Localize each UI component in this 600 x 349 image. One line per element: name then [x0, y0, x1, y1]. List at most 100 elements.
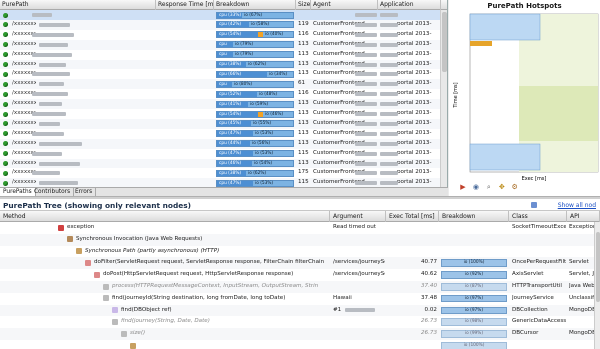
grid-row[interactable]: /xxxxxxxxxxxxxxxx.jsfcpu (54%)io (46%)11…: [0, 109, 447, 119]
col-agent[interactable]: Agent: [311, 0, 378, 10]
grid-row[interactable]: /xxxxxxxxxxxxxxxx.jsf cpu (46%)io (54%) 11…: [0, 158, 447, 169]
size: 113: [298, 40, 309, 47]
tree-row[interactable]: find(journey(String, Date, Date) 26.73 Gen…: [0, 316, 600, 328]
io-segment: io (53%): [255, 180, 274, 186]
grid-row[interactable]: /xxxxxxxxxxxxxxxxx.jsfcpu (66%)io (34%)1…: [0, 69, 447, 79]
exec-total: 26.73: [420, 330, 437, 337]
grid-row[interactable]: /xxxxxxxxxxxxx.jsfcpuio (79%)113Customer…: [0, 50, 447, 60]
zoom-icon[interactable]: ⌕: [485, 183, 493, 191]
status-ok-icon: [3, 141, 8, 147]
grid-row[interactable]: /xxxxxxxxxx.jsfcpu (38%)io (62%)175Custo…: [0, 168, 447, 178]
size: 113: [298, 70, 309, 77]
method-name: find(DBObject ref): [121, 306, 172, 313]
io-segment: io (56%): [252, 141, 271, 147]
purepath-name: /xxxxxxxx.jsf: [12, 139, 36, 146]
col-response-time[interactable]: Response Time [ms]: [156, 0, 214, 10]
tree-breakdown-bar: io (97%): [441, 294, 507, 303]
tree-row[interactable]: io (100%): [0, 340, 600, 349]
grid-row[interactable]: /xxxxxxxxxxxxxxx.jsfcpu (47%)io (53%)113…: [0, 129, 447, 139]
col-exec-total[interactable]: Exec Total [ms]: [386, 211, 439, 222]
grid-row[interactable]: /xxxxxxxx.jsfcpu (54%)io (40%)116Custome…: [0, 30, 447, 40]
col-breakdown[interactable]: Breakdown: [214, 0, 296, 10]
argument: Read timed out: [333, 224, 376, 230]
redacted-text: [380, 131, 398, 136]
purepath-name: /xxxxxxxxxxx.jsf: [12, 100, 36, 107]
exec-total: [388, 246, 437, 258]
purepath-name: /xxxxxxxxxxxxxxxx.jsf: [12, 20, 36, 27]
col-purepath[interactable]: PurePath: [0, 0, 156, 10]
tree-row[interactable]: exception Read timed out SocketTimeoutExce…: [0, 222, 600, 234]
tree-row[interactable]: Synchronous Path (partly asynchronous) (…: [0, 246, 600, 258]
redacted-text: [355, 42, 377, 47]
class-name: JourneyService: [512, 294, 554, 301]
users-icon[interactable]: ◉: [472, 183, 480, 191]
grid-row[interactable]: /xxxxxxxxxxx.jsfcpu (41%)io (59%)113Cust…: [0, 99, 447, 109]
application: portal 2013-: [397, 70, 432, 77]
purepath-name: /xxxxxxxx.jsf: [12, 40, 36, 47]
breakdown-bar: cpu (47%) io (53%): [216, 130, 294, 138]
grid-row[interactable]: /xxxxxxxxxxxxx.jsfcpu (47%)io (53%)115Cu…: [0, 149, 447, 159]
settings-icon[interactable]: ⚙: [511, 183, 519, 191]
node-icon: [103, 283, 109, 290]
application: portal 2013-: [397, 169, 432, 176]
hotspots-panel: PurePath Hotspots Time [ms] Exec [ms] ▶ …: [449, 0, 600, 196]
grid-row[interactable]: /xxxxxxxxxx.jsfcpuio (80%)61CustomerFron…: [0, 79, 447, 90]
hotspots-ylabel: Time [ms]: [453, 82, 459, 108]
tree-row[interactable]: find(DBObject ref) #1 0.02 DBCollection Mong…: [0, 304, 600, 317]
tree-row[interactable]: process(HTTPRequestMessageContext, Input…: [0, 281, 600, 293]
col-class[interactable]: Class: [509, 211, 567, 222]
redacted-text: [32, 72, 70, 77]
size: 113: [298, 119, 309, 126]
purepath-tree[interactable]: Method Argument Exec Total [ms] Breakdow…: [0, 211, 600, 349]
application: portal 2013-: [397, 40, 432, 47]
api-name: [569, 316, 595, 328]
grid-row[interactable]: cpu (33%) io (67%): [0, 10, 447, 20]
grid-row[interactable]: /xxxxxxxx.jsfcpu (44%)io (56%)113Custome…: [0, 138, 447, 149]
pan-icon[interactable]: ✥: [498, 183, 506, 191]
breakdown-bar: cpu (33%) io (67%): [216, 11, 294, 19]
play-icon[interactable]: ▶: [459, 183, 467, 191]
grid-row[interactable]: /xxxxxxxxxxxxxxx.jsfcpu (52%)io (48%)116…: [0, 89, 447, 99]
grid-row[interactable]: /xxxxxxx.jsfcpu (38%)io (62%)113Customer…: [0, 59, 447, 70]
purepath-grid[interactable]: PurePath Response Time [ms] Breakdown Si…: [0, 0, 448, 187]
col-argument[interactable]: Argument: [330, 211, 386, 222]
tree-scrollbar[interactable]: [594, 222, 600, 349]
redacted-text: [380, 92, 398, 97]
io-segment: io (80%): [234, 81, 253, 87]
hotspots-chart[interactable]: Time [ms] Exec [ms]: [449, 10, 600, 182]
grid-row[interactable]: /xxxxxxxx.jsfcpuio (79%)113CustomerFront…: [0, 39, 447, 50]
node-icon: [130, 342, 136, 349]
tree-row[interactable]: size() 26.73 DBCursor MongoDB io (99%): [0, 328, 600, 340]
status-ok-icon: [3, 52, 8, 58]
exec-total: 37.40: [420, 283, 437, 289]
application: portal 2013-: [397, 139, 432, 146]
cpu-segment: cpu (45%): [217, 121, 251, 127]
col-api[interactable]: API: [567, 211, 600, 222]
breakdown-bar: cpu (66%) io (34%): [216, 70, 294, 78]
col-size[interactable]: Size: [296, 0, 311, 10]
col-tree-breakdown[interactable]: Breakdown: [439, 211, 509, 222]
exec-total: 40.62: [420, 271, 437, 278]
show-all-nodes-link[interactable]: Show all nod: [558, 202, 596, 209]
redacted-text: [355, 121, 377, 126]
redacted-text: [32, 112, 66, 116]
grid-scroll-thumb[interactable]: [442, 12, 447, 72]
status-ok-icon: [3, 131, 8, 137]
tree-scroll-thumb[interactable]: [596, 232, 600, 302]
tree-row[interactable]: Synchronous Invocation (Java Web Request…: [0, 233, 600, 246]
tree-breakdown-bar: io (92%): [441, 271, 507, 279]
argument: [333, 281, 385, 293]
response-time: [158, 119, 212, 129]
grid-row[interactable]: /xxxxxxxx.jsfcpu (45%)io (55%)113Custome…: [0, 118, 447, 129]
size: 113: [298, 50, 309, 57]
col-application[interactable]: Application: [378, 0, 441, 10]
tree-row[interactable]: find(journeyId(String destination, long …: [0, 293, 600, 305]
tree-row[interactable]: doPost(HttpServletRequest request, HttpS…: [0, 269, 600, 281]
redacted-text: [355, 52, 377, 57]
tree-row[interactable]: doFilter(ServletRequest request, Servlet…: [0, 257, 600, 270]
grid-row[interactable]: /xxxxxxxxxxxxxxxx.jsf cpu (42%)io (58%) 11…: [0, 19, 447, 30]
grid-row[interactable]: /xxxxxxxxxxxxxxx.jsf cpu (47%)io (53%) 115…: [0, 178, 447, 187]
col-method[interactable]: Method: [0, 211, 330, 222]
grid-scrollbar[interactable]: [440, 10, 447, 187]
cpu-segment: cpu (41%): [217, 101, 248, 107]
